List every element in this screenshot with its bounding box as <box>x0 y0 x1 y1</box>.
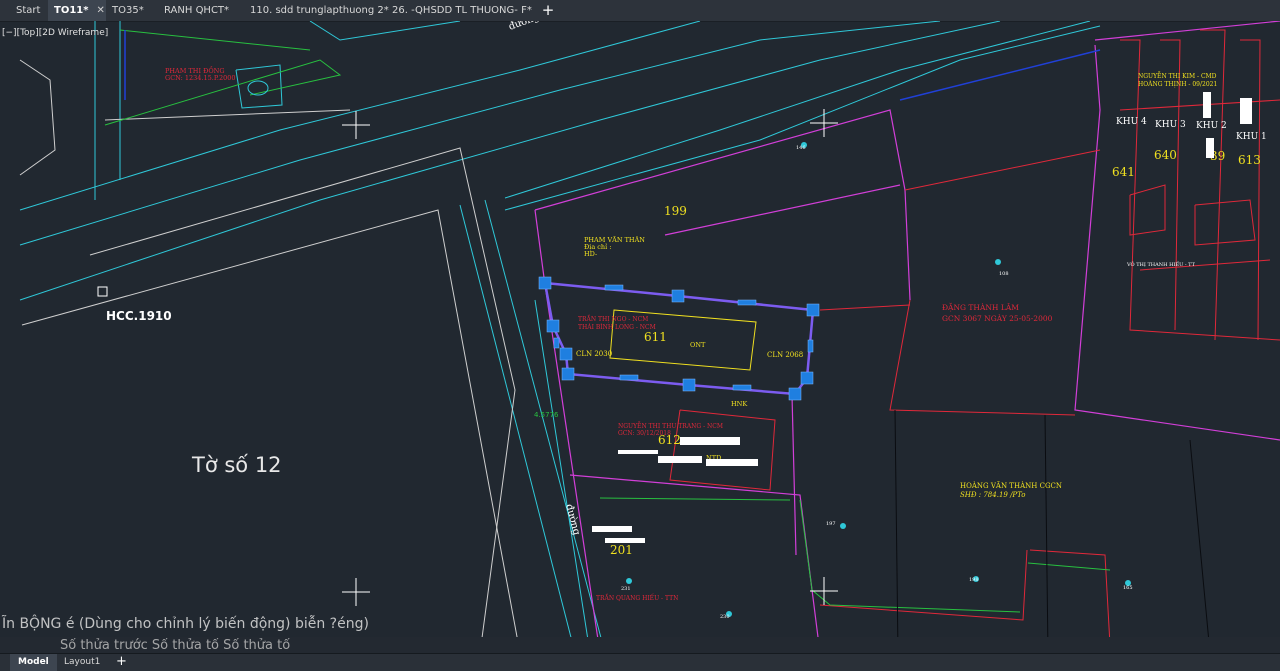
command-history-line: Ĩn BỘNG é (Dùng cho chỉnh lý biến động) … <box>2 616 369 632</box>
drawing-canvas[interactable]: Tờ số 12 HCC.1910 đường đường 4.5776 199… <box>0 21 1280 653</box>
tab-label: TO11* <box>54 5 89 16</box>
tab-label: RANH QHCT* <box>164 5 230 16</box>
tree-number: 165 <box>1123 585 1133 591</box>
tree-number: 197 <box>826 521 836 527</box>
road-label: đường <box>563 503 582 537</box>
redaction-block <box>592 526 632 532</box>
gcn-label: GCN 3067 NGÀY 25-05-2000 <box>942 314 1053 323</box>
tab-label: TO35* <box>112 5 144 16</box>
add-layout-button[interactable]: + <box>116 654 127 671</box>
command-history-line: Số thửa trước Số thửa tố Số thửa tố <box>60 638 291 653</box>
grip-points[interactable] <box>538 276 820 401</box>
elevation-label: 4.5776 <box>534 411 559 419</box>
road-label-top: đường <box>507 21 541 33</box>
control-point-label: HCC.1910 <box>106 309 172 323</box>
new-tab-button[interactable]: + <box>540 0 556 21</box>
dark-lines <box>894 409 1211 653</box>
sheet-number-label: Tờ số 12 <box>191 453 282 477</box>
landuse-code: ONT <box>690 341 706 349</box>
tab-sdd-trunglapthuong[interactable]: 110. sdd trunglapthuong 2* <box>244 0 395 21</box>
gcn-label: GCN: 30/12/2018 <box>618 430 671 437</box>
redaction-block <box>605 538 645 543</box>
parcel-611: 611 <box>644 330 667 344</box>
redaction-block <box>658 456 702 463</box>
zone-label: KHU 2 <box>1196 121 1227 131</box>
tab-start[interactable]: Start <box>10 0 46 21</box>
tab-label: Start <box>16 5 41 16</box>
tab-label: 26. -QHSDD TL THUONG- F* <box>392 5 532 16</box>
owner-label: NGUYỄN THỊ THU TRANG - NCM <box>618 421 723 430</box>
control-point-marker <box>97 286 108 297</box>
close-icon[interactable]: ✕ <box>96 5 104 16</box>
tree-number: 108 <box>999 271 1009 277</box>
tree-symbols <box>626 142 1131 617</box>
road-lines <box>19 21 1101 653</box>
drawing-text: Tờ số 12 HCC.1910 đường đường 4.5776 199… <box>106 21 1267 620</box>
owner-label: HOÀNG THỊNH - 09/2021 <box>1138 81 1217 88</box>
owner-label: TRẦN QUANG HIẾU - TTN <box>596 593 678 602</box>
hd-label: HD- <box>584 250 597 258</box>
tree-number: 231 <box>621 586 631 592</box>
landuse-code: CLN 2068 <box>767 351 803 359</box>
owner-label: TRẦN THỊ NGỌ - NCM <box>578 314 648 323</box>
tree-number: 230 <box>720 614 730 620</box>
gcn-label: GCN: 1234.15.P.2000 <box>165 74 236 82</box>
zone-label: KHU 1 <box>1236 132 1267 142</box>
redaction-block <box>706 459 758 466</box>
tab-to35[interactable]: TO35* <box>106 0 150 21</box>
redaction-block <box>1206 138 1214 158</box>
blue-line-right <box>899 49 1101 101</box>
tab-layout1[interactable]: Layout1 <box>56 654 108 671</box>
zone-label: KHU 4 <box>1116 117 1147 127</box>
parcel-641: 641 <box>1112 165 1135 179</box>
owner-label: HOÀNG VĂN THÀNH CGCN <box>960 481 1062 490</box>
parcel-lines-red <box>669 29 1280 646</box>
redaction-block <box>680 437 740 445</box>
landuse-code: CLN 2030 <box>576 350 612 358</box>
redaction-block <box>1203 92 1211 118</box>
owner-label: ĐẶNG THÀNH LÂM <box>942 303 1019 312</box>
tab-label: 110. sdd trunglapthuong 2* <box>250 5 389 16</box>
owner-label: NGUYỄN THỊ KIM - CMD <box>1138 71 1217 80</box>
parcel-640: 640 <box>1154 148 1177 162</box>
parcel-613: 613 <box>1238 153 1261 167</box>
zone-label: KHU 3 <box>1155 120 1186 130</box>
parcel-201: 201 <box>610 543 633 557</box>
tab-ranh-qhct[interactable]: RANH QHCT* <box>158 0 235 21</box>
viewport-controls[interactable]: [−][Top][2D Wireframe] <box>2 28 108 38</box>
redaction-block <box>1240 98 1252 124</box>
tab-to11[interactable]: TO11* ✕ <box>48 0 106 21</box>
shd-label: SHĐ : 784.19 /PTo <box>960 491 1026 499</box>
tree-number: 198 <box>969 577 979 583</box>
file-tab-bar: Start TO11* ✕ TO35* RANH QHCT* 110. sdd t… <box>0 0 1280 22</box>
tab-model[interactable]: Model <box>10 654 57 671</box>
layout-tab-bar: Model Layout1 + <box>0 653 1280 671</box>
tab-qhsdd-tl-thuong[interactable]: 26. -QHSDD TL THUONG- F* <box>386 0 538 21</box>
owner-label: VÕ THỊ THANH HIẾU - TT <box>1126 260 1196 268</box>
redaction-block <box>618 450 658 454</box>
tree-number: 146 <box>796 145 806 151</box>
parcel-199: 199 <box>664 204 687 218</box>
landuse-code: HNK <box>731 400 747 408</box>
owner-label: THÁI BÌNH LONG - NCM <box>578 323 656 331</box>
